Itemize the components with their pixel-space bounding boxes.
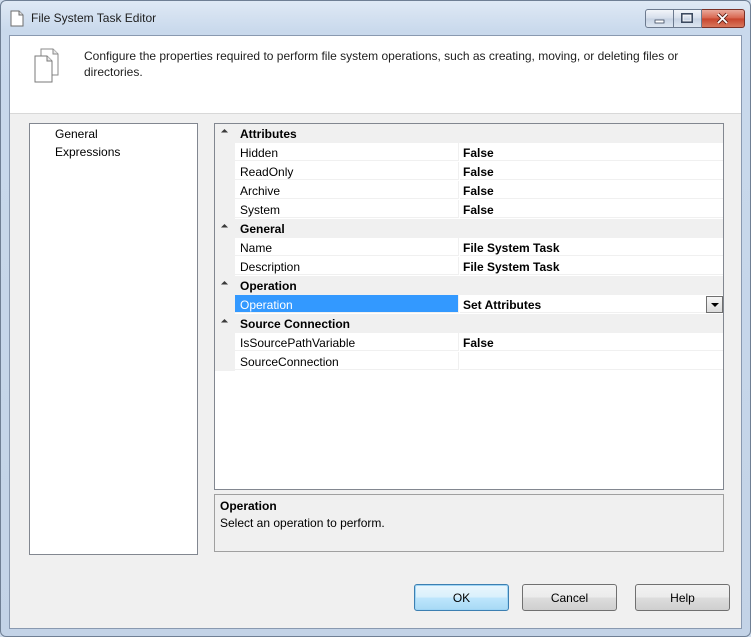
property-help-panel: Operation Select an operation to perform… — [214, 494, 724, 552]
operation-dropdown-button[interactable] — [706, 296, 723, 313]
collapse-triangle-icon[interactable] — [220, 280, 229, 289]
collapse-triangle-icon[interactable] — [220, 223, 229, 232]
category-operation[interactable]: Operation — [215, 276, 723, 295]
property-name: Archive — [235, 181, 459, 199]
collapse-triangle-icon[interactable] — [220, 128, 229, 137]
close-icon — [716, 12, 729, 25]
property-name: Operation — [235, 295, 459, 313]
maximize-icon — [681, 13, 693, 23]
operation-value[interactable]: Set Attributes — [460, 295, 723, 313]
property-name: Hidden — [235, 143, 459, 161]
property-name: Name — [235, 238, 459, 256]
property-row-archive[interactable]: Archive False — [215, 181, 723, 200]
property-row-system[interactable]: System False — [215, 200, 723, 219]
category-general[interactable]: General — [215, 219, 723, 238]
property-value[interactable]: False — [460, 162, 723, 180]
ok-button[interactable]: OK — [414, 584, 509, 611]
editor-window: File System Task Editor Configure the pr… — [0, 0, 751, 637]
nav-item-expressions[interactable]: Expressions — [55, 145, 120, 159]
property-value[interactable]: False — [460, 143, 723, 161]
category-attributes[interactable]: Attributes — [215, 124, 723, 143]
property-row-sourceconnection[interactable]: SourceConnection — [215, 352, 723, 371]
property-value[interactable]: False — [460, 181, 723, 199]
property-row-hidden[interactable]: Hidden False — [215, 143, 723, 162]
header-description: Configure the properties required to per… — [84, 49, 679, 79]
property-value[interactable]: False — [460, 333, 723, 351]
category-label: Operation — [240, 279, 297, 293]
property-row-issourcepathvariable[interactable]: IsSourcePathVariable False — [215, 333, 723, 352]
title-bar[interactable]: File System Task Editor — [1, 1, 750, 35]
close-button[interactable] — [702, 9, 745, 28]
help-title: Operation — [220, 499, 277, 513]
window-title: File System Task Editor — [31, 11, 157, 25]
help-button[interactable]: Help — [635, 584, 730, 611]
property-row-operation[interactable]: Operation Set Attributes — [215, 295, 723, 314]
navigation-list: General Expressions — [29, 123, 198, 555]
property-name: SourceConnection — [235, 352, 459, 370]
help-description: Select an operation to perform. — [220, 516, 385, 530]
nav-item-general[interactable]: General — [55, 127, 98, 141]
property-row-readonly[interactable]: ReadOnly False — [215, 162, 723, 181]
category-source-connection[interactable]: Source Connection — [215, 314, 723, 333]
property-value[interactable] — [460, 352, 723, 370]
category-label: Attributes — [240, 127, 297, 141]
property-row-name[interactable]: Name File System Task — [215, 238, 723, 257]
property-name: System — [235, 200, 459, 218]
collapse-triangle-icon[interactable] — [220, 318, 229, 327]
category-label: General — [240, 222, 285, 236]
maximize-button[interactable] — [674, 9, 702, 28]
property-name: ReadOnly — [235, 162, 459, 180]
dialog-client-area: Configure the properties required to per… — [9, 35, 742, 629]
property-value[interactable]: File System Task — [460, 257, 723, 275]
property-name: Description — [235, 257, 459, 275]
property-name: IsSourcePathVariable — [235, 333, 459, 351]
property-grid: Attributes Hidden False ReadOnly False A… — [214, 123, 724, 490]
property-row-description[interactable]: Description File System Task — [215, 257, 723, 276]
property-value[interactable]: File System Task — [460, 238, 723, 256]
category-label: Source Connection — [240, 317, 351, 331]
minimize-icon — [654, 19, 665, 24]
header-panel: Configure the properties required to per… — [10, 36, 741, 114]
files-icon — [34, 48, 59, 83]
minimize-button[interactable] — [645, 9, 674, 28]
property-value[interactable]: False — [460, 200, 723, 218]
document-icon — [10, 10, 24, 27]
cancel-button[interactable]: Cancel — [522, 584, 617, 611]
